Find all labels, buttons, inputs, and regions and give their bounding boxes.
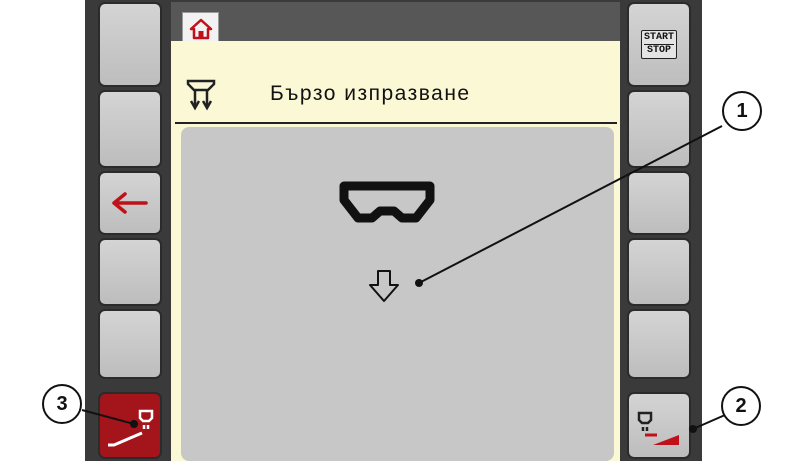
callout-2: 2 (721, 386, 761, 426)
callout-1: 1 (722, 91, 762, 131)
callout-lines (81, 125, 726, 433)
callout-3: 3 (42, 384, 82, 424)
